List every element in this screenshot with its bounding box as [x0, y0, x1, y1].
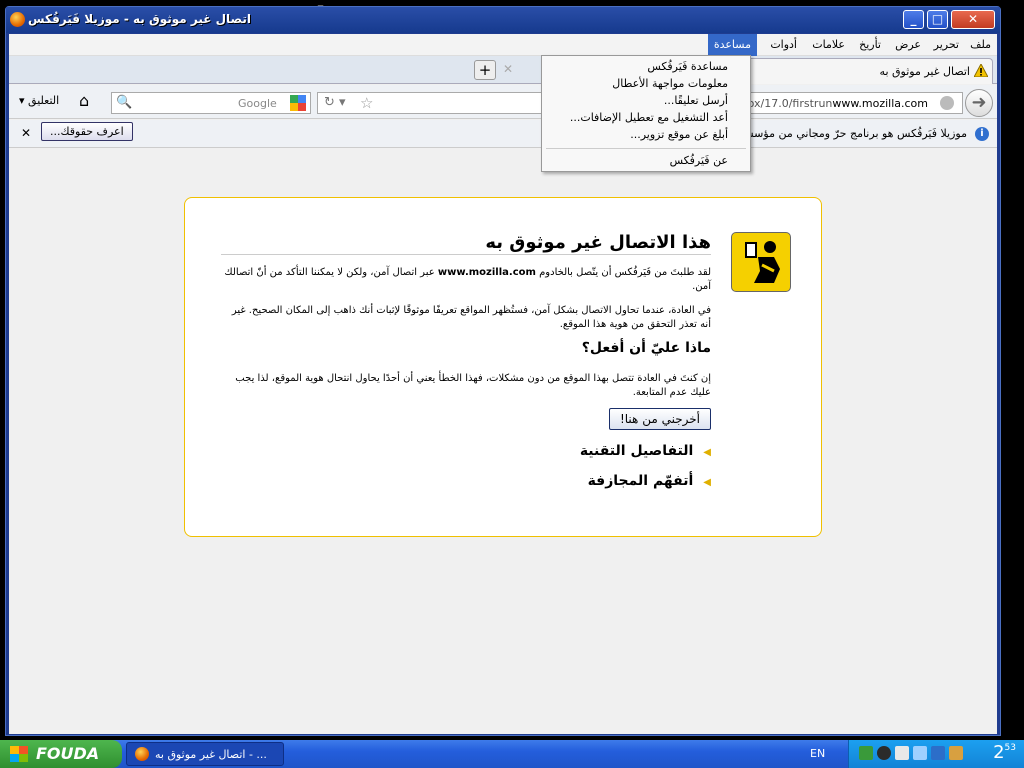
tray-shield-icon[interactable]: [859, 746, 873, 760]
divider: [221, 254, 711, 255]
search-bar[interactable]: Google 🔍: [111, 92, 311, 114]
p1-domain: www.mozilla.com: [437, 267, 536, 278]
start-label: FOUDA: [36, 744, 100, 763]
understand-risks-label: أتفهّم المجازفة: [587, 473, 694, 489]
clock-hour: 2: [993, 742, 1005, 763]
menu-edit[interactable]: تحرير: [934, 38, 959, 51]
home-icon[interactable]: ⌂: [79, 91, 89, 110]
bookmarks-label: التعليق: [28, 94, 60, 107]
new-tab-button[interactable]: +: [474, 60, 496, 80]
notification-close-icon[interactable]: ✕: [21, 126, 31, 140]
browser-window: اتصال غير موثوق به - موزيلا فَيَرفُكس _ …: [5, 6, 1001, 736]
search-icon[interactable]: 🔍: [116, 95, 132, 110]
taskbar-item-label: اتصال غير موثوق به - ...: [155, 748, 267, 761]
notification-bar: i موزيلا فَيَرفُكس هو برنامج حرّ ومجاني …: [9, 120, 997, 148]
navigation-bar: ➜ /ar/firefox/17.0/firstrunwww.mozilla.c…: [9, 85, 997, 119]
tray-tool-icon[interactable]: [949, 746, 963, 760]
get-me-out-button[interactable]: أخرجني من هنا!: [608, 408, 711, 430]
firefox-logo-icon: [10, 12, 25, 27]
understand-risks-expander[interactable]: ◀ أتفهّم المجازفة: [588, 473, 711, 489]
expander-arrow-icon: ◀: [703, 447, 711, 458]
close-button[interactable]: ✕: [951, 10, 995, 29]
clock-minute: 53: [1004, 743, 1016, 753]
technical-details-expander[interactable]: ◀ التفاصيل التقنية: [580, 443, 711, 459]
minimize-button[interactable]: _: [903, 10, 924, 29]
menu-item-about-firefox[interactable]: عن فَيَرفُكس: [670, 154, 728, 167]
page-content: هذا الاتصال غير موثوق به لقد طلبتَ من فَ…: [9, 149, 997, 734]
system-tray: 253: [848, 740, 1024, 768]
menu-item-submit-feedback[interactable]: أرسل تعليقًا...: [664, 94, 728, 107]
warning-icon: [974, 64, 988, 77]
menu-help[interactable]: مساعدة: [707, 34, 757, 56]
menu-item-restart-addons-disabled[interactable]: أعد التشغيل مع تعطيل الإضافات...: [570, 111, 728, 124]
menu-file[interactable]: ملف: [970, 38, 991, 51]
url-domain: www.mozilla.com: [832, 97, 928, 110]
notification-text: موزيلا فَيَرفُكس هو برنامج حرّ ومجاني من…: [738, 127, 967, 140]
menu-bookmarks[interactable]: علامات: [812, 38, 845, 51]
error-paragraph-3: إن كنتَ في العادة تتصل بهذا الموقع من دو…: [235, 373, 711, 398]
search-placeholder: Google: [238, 97, 277, 110]
error-paragraph-1: لقد طلبتَ من فَيَرفُكس أن يتّصل بالخادوم…: [221, 266, 711, 294]
help-menu-dropdown: مساعدة فَيَرفُكس معلومات مواجهة الأعطال …: [541, 55, 751, 172]
back-button[interactable]: ➜: [965, 89, 993, 117]
taskbar: FOUDA اتصال غير موثوق به - ... EN 253: [0, 740, 1024, 768]
tray-volume-icon[interactable]: [895, 746, 909, 760]
title-bar[interactable]: اتصال غير موثوق به - موزيلا فَيَرفُكس _ …: [6, 7, 1000, 33]
menu-bar: ملف تحرير عرض تأريخ علامات أدوات مساعدة: [9, 34, 997, 56]
menu-item-firefox-help[interactable]: مساعدة فَيَرفُكس: [647, 60, 728, 73]
windows-logo-icon: [10, 746, 28, 762]
firefox-icon: [135, 747, 149, 761]
error-paragraph-2: في العادة، عندما تحاول الاتصال بشكل آمن،…: [231, 305, 711, 330]
desktop: ⬈ اتصال غير موثوق به - موزيلا فَيَرفُكس …: [0, 0, 1024, 740]
menu-item-troubleshooting[interactable]: معلومات مواجهة الأعطال: [612, 77, 728, 90]
info-icon: i: [975, 127, 989, 141]
error-title: هذا الاتصال غير موثوق به: [485, 232, 711, 253]
language-indicator[interactable]: EN: [810, 747, 825, 760]
error-box: هذا الاتصال غير موثوق به لقد طلبتَ من فَ…: [184, 197, 822, 537]
menu-tools[interactable]: أدوات: [770, 38, 797, 51]
clock[interactable]: 253: [993, 742, 1016, 763]
menu-view[interactable]: عرض: [895, 38, 921, 51]
tab-close-icon[interactable]: ✕: [503, 62, 513, 76]
tab-active[interactable]: اتصال غير موثوق به ✕: [694, 58, 993, 84]
start-button[interactable]: FOUDA: [0, 740, 122, 768]
tray-network-icon[interactable]: [877, 746, 891, 760]
expander-arrow-icon: ◀: [703, 477, 711, 488]
maximize-button[interactable]: □: [927, 10, 948, 29]
globe-icon: [940, 96, 954, 110]
window-title: اتصال غير موثوق به - موزيلا فَيَرفُكس: [28, 12, 251, 26]
what-to-do-heading: ماذا عليّ أن أفعل؟: [581, 340, 711, 356]
p1-text-a: لقد طلبتَ من فَيَرفُكس أن يتّصل بالخادوم: [539, 267, 711, 278]
taskbar-item-firefox[interactable]: اتصال غير موثوق به - ...: [126, 742, 284, 766]
technical-details-label: التفاصيل التقنية: [579, 443, 694, 459]
bookmarks-menu-button[interactable]: التعليق ▾: [19, 94, 59, 107]
security-officer-icon: [731, 232, 791, 292]
menu-item-report-forgery[interactable]: أبلغ عن موقع تزوير...: [630, 128, 728, 141]
tab-strip: اتصال غير موثوق به ✕ ✕ +: [9, 56, 997, 84]
bookmark-star-icon[interactable]: ☆: [360, 94, 373, 112]
menu-separator: [546, 148, 746, 149]
tray-app-icon[interactable]: [913, 746, 927, 760]
tray-tl-icon[interactable]: [931, 746, 945, 760]
menu-history[interactable]: تأريخ: [859, 38, 881, 51]
reload-icon[interactable]: ↻ ▾: [324, 95, 346, 110]
browser-client: ملف تحرير عرض تأريخ علامات أدوات مساعدة …: [9, 34, 997, 734]
tab-title: اتصال غير موثوق به: [879, 65, 970, 78]
know-your-rights-button[interactable]: اعرف حقوقك...: [41, 122, 133, 141]
google-icon[interactable]: [290, 95, 306, 111]
